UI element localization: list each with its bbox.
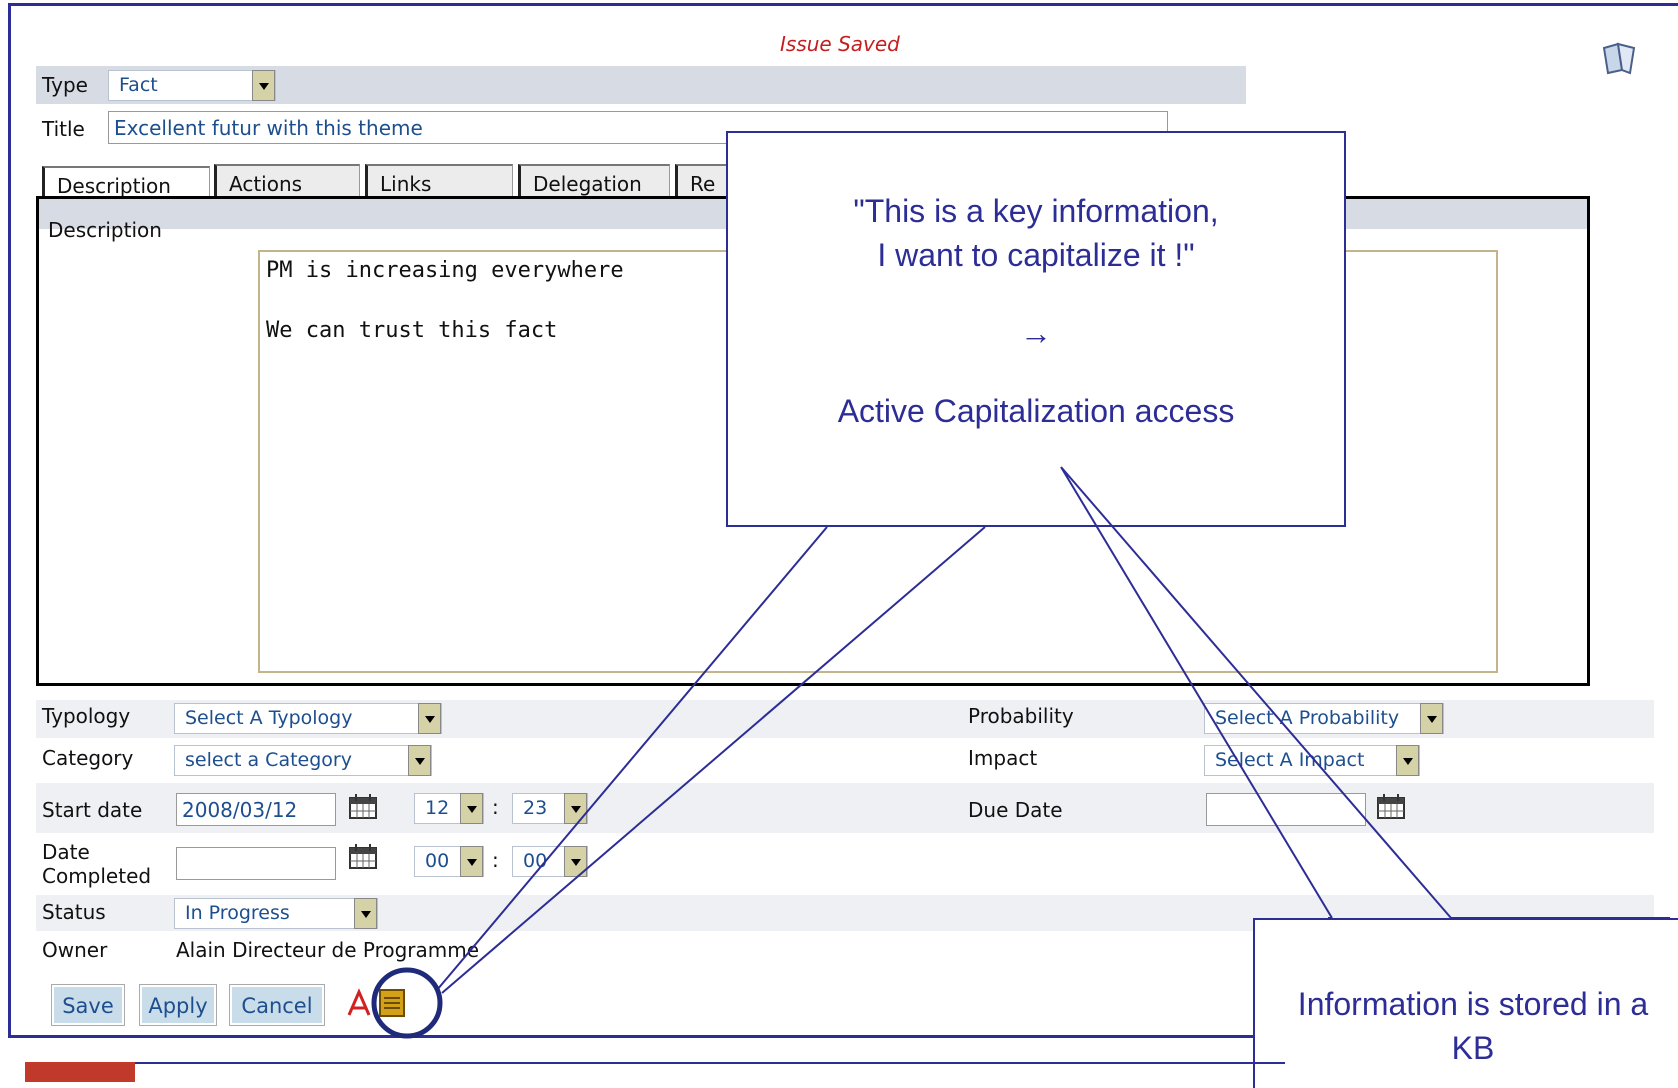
footer-red-bar [25,1062,135,1082]
highlight-circle [371,967,443,1039]
callout-pointers [371,466,1670,1039]
footer-rule [25,1062,1285,1064]
